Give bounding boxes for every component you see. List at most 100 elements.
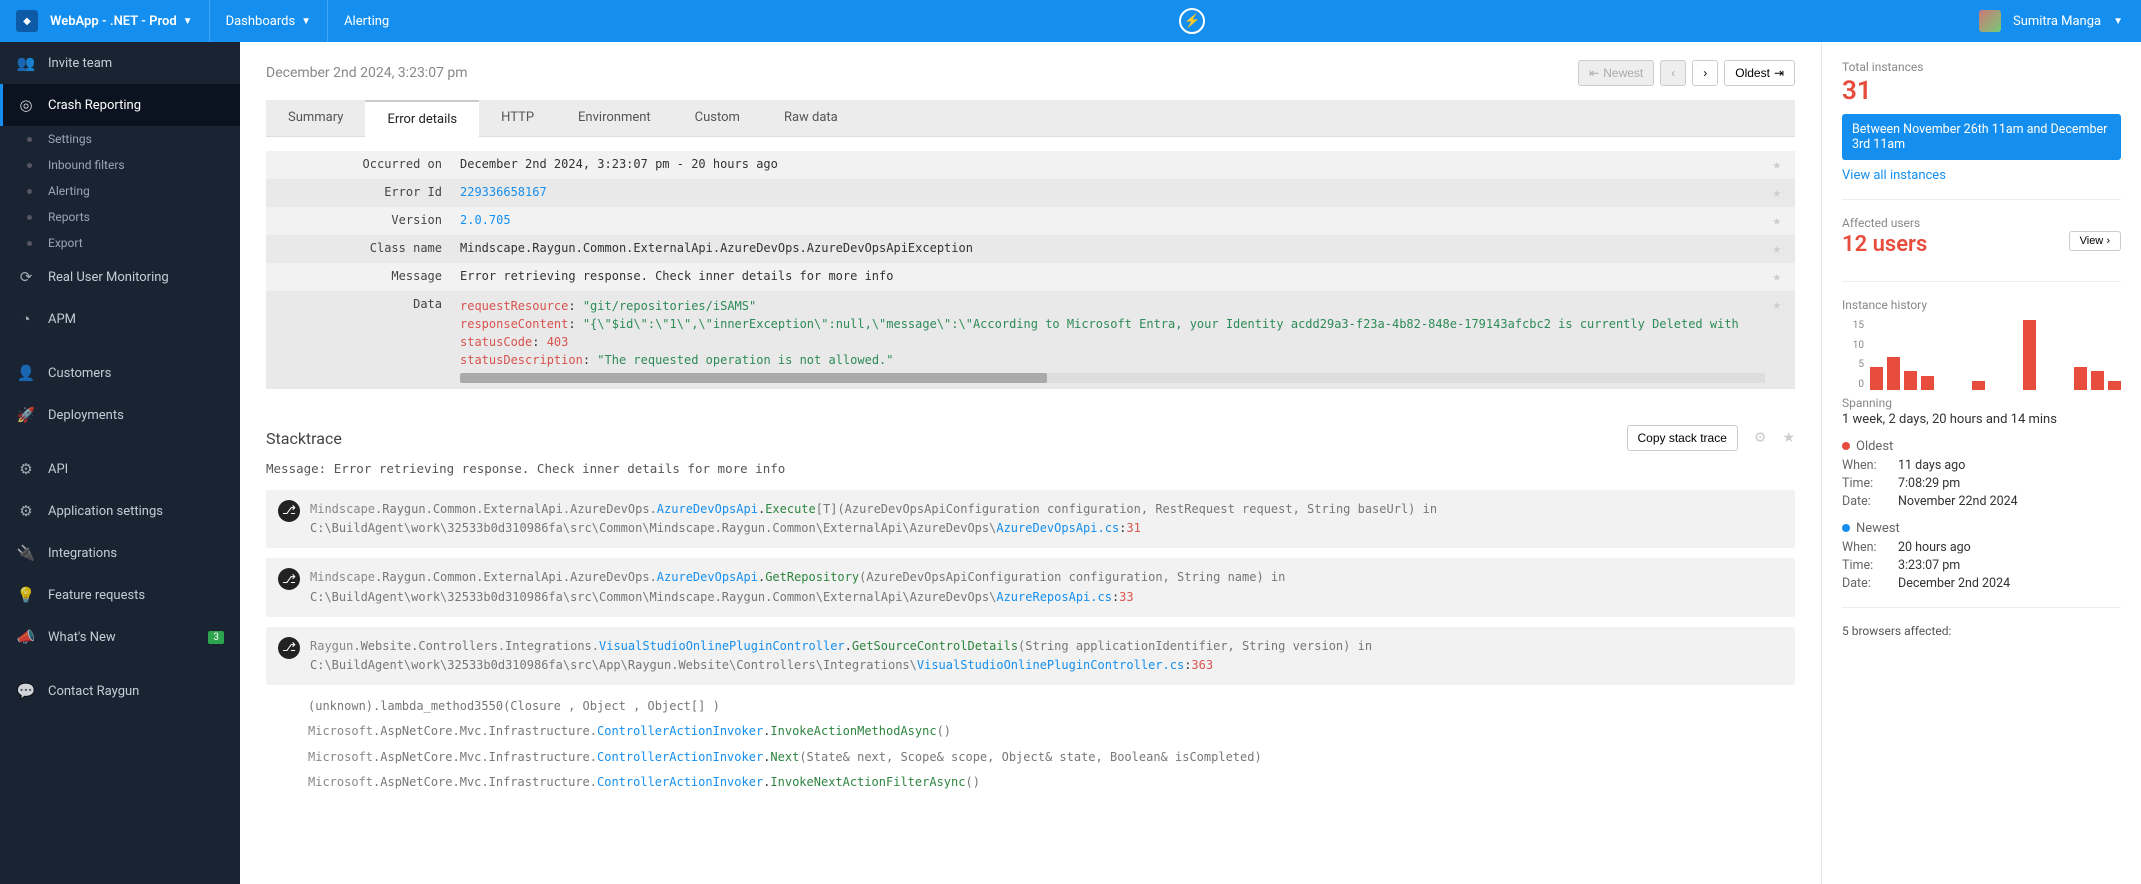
- error-details: Occurred onDecember 2nd 2024, 3:23:07 pm…: [266, 137, 1795, 403]
- total-instances-value: 31: [1842, 76, 2121, 106]
- browsers-affected-label: 5 browsers affected:: [1842, 624, 2121, 638]
- megaphone-icon: 📣: [16, 627, 36, 647]
- right-panel: Total instances 31 Between November 26th…: [1821, 42, 2141, 884]
- dot-icon: [1842, 442, 1850, 450]
- api-icon: ⚙: [16, 459, 36, 479]
- bulb-icon: 💡: [16, 585, 36, 605]
- copy-stack-trace-button[interactable]: Copy stack trace: [1627, 425, 1738, 451]
- chevron-down-icon: ▼: [2113, 16, 2123, 27]
- sidebar-sub-inbound-filters[interactable]: Inbound filters: [0, 152, 240, 178]
- sidebar-integrations[interactable]: 🔌 Integrations: [0, 532, 240, 574]
- date-range[interactable]: Between November 26th 11am and December …: [1842, 114, 2121, 160]
- dashboards-menu[interactable]: Dashboards ▼: [210, 0, 329, 42]
- github-icon[interactable]: ⎇: [278, 500, 300, 522]
- plug-icon: 🔌: [16, 543, 36, 563]
- instance-history-label: Instance history: [1842, 298, 2121, 312]
- main-content: December 2nd 2024, 3:23:07 pm ⇤Newest ‹ …: [240, 42, 1821, 884]
- oldest-time: 7:08:29 pm: [1898, 476, 1960, 491]
- tab-summary[interactable]: Summary: [266, 100, 365, 136]
- gear-icon[interactable]: ⚙: [1746, 430, 1767, 446]
- oldest-label: Oldest: [1856, 439, 1893, 454]
- sidebar-deployments[interactable]: 🚀Deployments: [0, 394, 240, 436]
- github-icon[interactable]: ⎇: [278, 568, 300, 590]
- stacktrace-message: Message: Error retrieving response. Chec…: [266, 461, 1795, 476]
- star-icon[interactable]: ★: [1765, 241, 1781, 257]
- sidebar-contact[interactable]: 💬Contact Raygun: [0, 670, 240, 712]
- sidebar-sub-settings[interactable]: Settings: [0, 126, 240, 152]
- gear-icon: ⚙: [16, 501, 36, 521]
- chevron-down-icon: ▼: [183, 16, 193, 27]
- sidebar-api[interactable]: ⚙ API: [0, 448, 240, 490]
- data-block: requestResource: "git/repositories/iSAMS…: [460, 297, 1765, 369]
- total-instances-label: Total instances: [1842, 60, 2121, 74]
- sidebar-label: Integrations: [48, 546, 117, 561]
- oldest-when: 11 days ago: [1898, 458, 1965, 473]
- value-message: Error retrieving response. Check inner d…: [460, 269, 1765, 283]
- sidebar-label: Deployments: [48, 408, 124, 423]
- app-switcher[interactable]: ◆ WebApp - .NET - Prod ▼: [0, 0, 210, 42]
- sidebar-rum[interactable]: ⟳ Real User Monitoring: [0, 256, 240, 298]
- sidebar-app-settings[interactable]: ⚙Application settings: [0, 490, 240, 532]
- tab-custom[interactable]: Custom: [673, 100, 762, 136]
- sidebar-sub-reports[interactable]: Reports: [0, 204, 240, 230]
- star-icon[interactable]: ★: [1765, 157, 1781, 173]
- stack-frame: ⎇ Mindscape.Raygun.Common.ExternalApi.Az…: [266, 490, 1795, 548]
- star-icon[interactable]: ★: [1774, 430, 1795, 446]
- sidebar-sub-alerting[interactable]: Alerting: [0, 178, 240, 204]
- newest-time: 3:23:07 pm: [1898, 558, 1960, 573]
- sidebar-crash-reporting[interactable]: ◎Crash Reporting: [0, 84, 240, 126]
- pulse-icon: ⟳: [16, 267, 36, 287]
- stack-frame-plain: (unknown).lambda_method3550(Closure , Ob…: [266, 695, 1795, 718]
- tab-raw-data[interactable]: Raw data: [762, 100, 860, 136]
- sidebar-label: API: [48, 462, 68, 477]
- pager: ⇤Newest ‹ › Oldest⇥: [1578, 60, 1795, 86]
- star-icon[interactable]: ★: [1765, 185, 1781, 201]
- alerting-label: Alerting: [344, 14, 389, 29]
- value-occurred-on: December 2nd 2024, 3:23:07 pm - 20 hours…: [460, 157, 1765, 171]
- view-all-instances-link[interactable]: View all instances: [1842, 168, 1946, 183]
- star-icon[interactable]: ★: [1765, 213, 1781, 229]
- value-error-id[interactable]: 229336658167: [460, 185, 547, 199]
- star-icon[interactable]: ★: [1765, 269, 1781, 285]
- newest-button: ⇤Newest: [1578, 60, 1654, 86]
- sidebar-apm[interactable]: ◔APM: [0, 298, 240, 340]
- stack-frame-plain: Microsoft.AspNetCore.Mvc.Infrastructure.…: [266, 771, 1795, 794]
- skip-first-icon: ⇤: [1589, 66, 1599, 80]
- value-version[interactable]: 2.0.705: [460, 213, 511, 227]
- tab-http[interactable]: HTTP: [479, 100, 556, 136]
- oldest-button[interactable]: Oldest⇥: [1724, 60, 1795, 86]
- alerting-link[interactable]: Alerting: [328, 0, 405, 42]
- sidebar-whats-new[interactable]: 📣What's New3: [0, 616, 240, 658]
- label-message: Message: [280, 269, 460, 283]
- stacktrace-title: Stacktrace: [266, 429, 342, 448]
- user-menu[interactable]: Sumitra Manga ▼: [1979, 10, 2141, 32]
- sidebar-label: What's New: [48, 630, 116, 645]
- sidebar-label: Crash Reporting: [48, 98, 141, 113]
- github-icon[interactable]: ⎇: [278, 637, 300, 659]
- sidebar-invite-team[interactable]: 👥 Invite team: [0, 42, 240, 84]
- avatar: [1979, 10, 2001, 32]
- invite-icon: 👥: [16, 53, 36, 73]
- view-users-button[interactable]: View ›: [2069, 231, 2121, 251]
- next-button[interactable]: ›: [1692, 60, 1718, 86]
- sidebar-sub-export[interactable]: Export: [0, 230, 240, 256]
- sidebar-label: Real User Monitoring: [48, 270, 169, 285]
- tab-error-details[interactable]: Error details: [365, 100, 479, 137]
- tabs: Summary Error details HTTP Environment C…: [266, 100, 1795, 137]
- sidebar-feature-requests[interactable]: 💡Feature requests: [0, 574, 240, 616]
- star-icon[interactable]: ★: [1765, 297, 1781, 313]
- dot-icon: [1842, 524, 1850, 532]
- bolt-icon[interactable]: ⚡: [1179, 8, 1205, 34]
- label-version: Version: [280, 213, 460, 227]
- dashboards-label: Dashboards: [226, 14, 296, 29]
- label-data: Data: [280, 297, 460, 311]
- sidebar-customers[interactable]: 👤 Customers: [0, 352, 240, 394]
- horizontal-scrollbar[interactable]: [460, 373, 1765, 383]
- chevron-down-icon: ▼: [301, 16, 311, 27]
- stack-frame-plain: Microsoft.AspNetCore.Mvc.Infrastructure.…: [266, 720, 1795, 743]
- affected-users-value: 12 users: [1842, 232, 1927, 257]
- sidebar-label: Invite team: [48, 56, 112, 71]
- tab-environment[interactable]: Environment: [556, 100, 673, 136]
- sidebar-label: Customers: [48, 366, 111, 381]
- person-icon: 👤: [16, 363, 36, 383]
